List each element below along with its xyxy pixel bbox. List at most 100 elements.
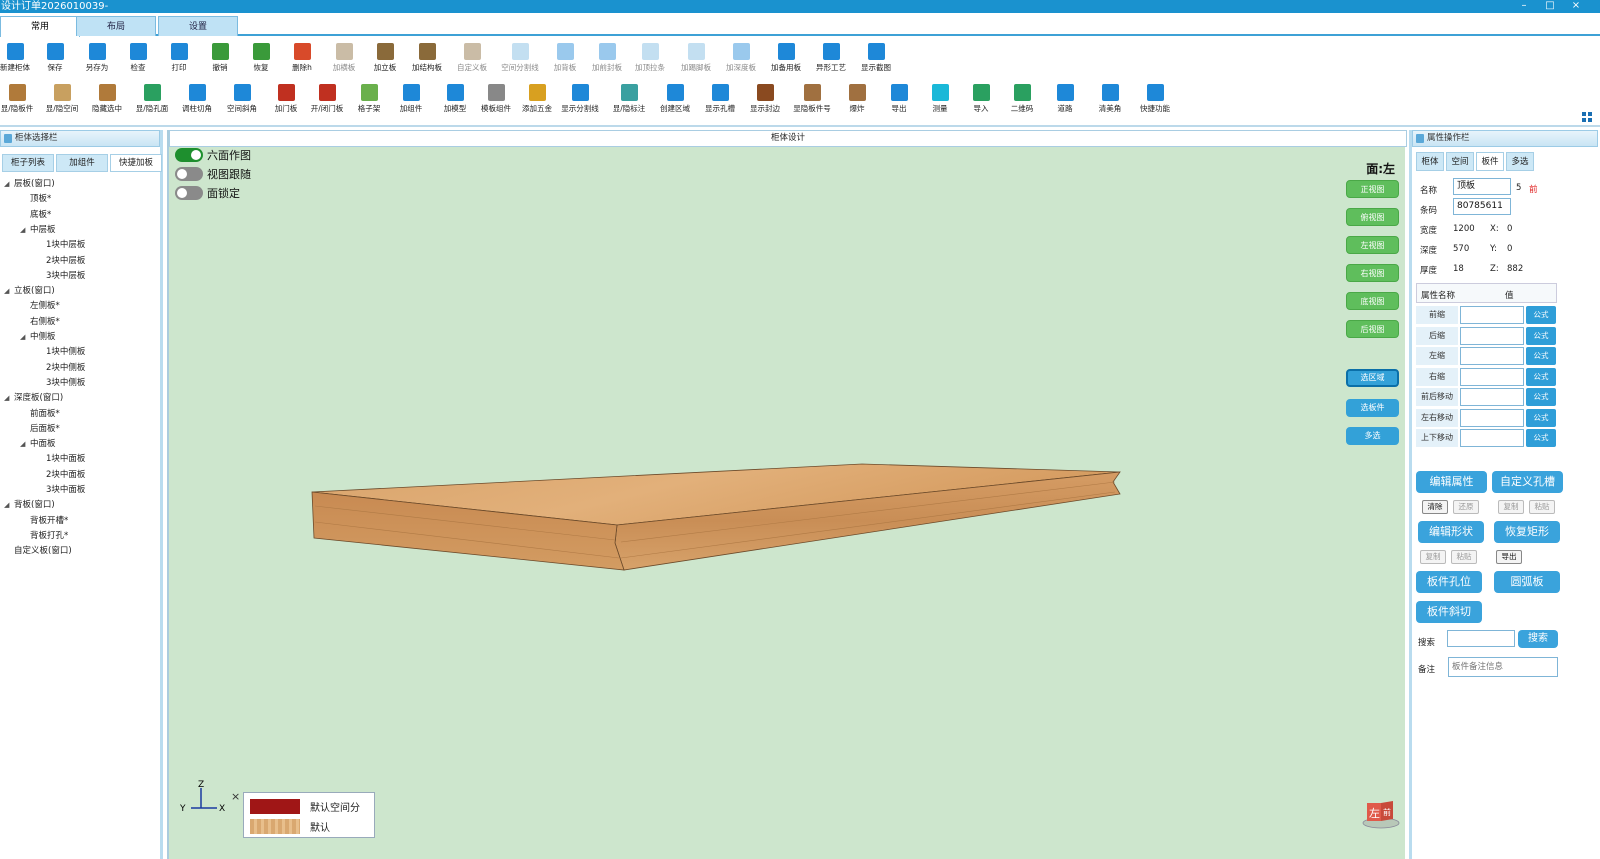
add-depth-board-button[interactable]: 加深度板	[719, 43, 763, 73]
save-as-button[interactable]: 另存为	[75, 43, 119, 73]
formula-button[interactable]: 公式	[1526, 408, 1556, 427]
toggle-space-button[interactable]: 显/隐空间	[40, 84, 84, 114]
grid-menu-icon[interactable]	[1582, 112, 1592, 122]
space-divider-button[interactable]: 空间分割线	[498, 43, 542, 73]
tree-node[interactable]: 2块中侧板	[36, 361, 85, 373]
property-value-input[interactable]	[1460, 388, 1524, 406]
tab-cabinet[interactable]: 柜体	[1416, 152, 1444, 171]
note-input[interactable]	[1448, 657, 1558, 677]
quick-function-button[interactable]: 快捷功能	[1133, 84, 1177, 114]
template-component-button[interactable]: 模板组件	[474, 84, 518, 114]
tree-node[interactable]: 后面板*	[20, 422, 60, 434]
tree-node[interactable]: ◢ 背板(窗口)	[4, 498, 55, 510]
property-value-input[interactable]	[1460, 408, 1524, 427]
tab-multi[interactable]: 多选	[1506, 152, 1534, 171]
add-spare-board-button[interactable]: 加备用板	[764, 43, 808, 73]
tab-space[interactable]: 空间	[1446, 152, 1474, 171]
property-value-input[interactable]	[1460, 306, 1524, 324]
toggle-panel-number-button[interactable]: 显隐板件号	[790, 84, 834, 114]
tree-node[interactable]: 顶板*	[20, 192, 51, 204]
tree-expander-icon[interactable]: ◢	[20, 333, 30, 341]
paste-button[interactable]: 粘贴	[1529, 500, 1555, 514]
qr-code-button[interactable]: 二维码	[1000, 84, 1044, 114]
tab-cabinet-list[interactable]: 柜子列表	[2, 154, 54, 172]
tree-node[interactable]: 背板开槽*	[20, 514, 68, 526]
legend-close-icon[interactable]: ×	[231, 790, 240, 803]
add-back-board-button[interactable]: 加背板	[543, 43, 587, 73]
tree-node[interactable]: 3块中面板	[36, 483, 85, 495]
toggle-dimension-button[interactable]: 显/隐标注	[607, 84, 651, 114]
tree-node[interactable]: ◢ 中层板	[20, 223, 56, 235]
add-component-button[interactable]: 加组件	[389, 84, 433, 114]
tree-expander-icon[interactable]: ◢	[4, 394, 14, 402]
edit-shape-button[interactable]: 编辑形状	[1418, 521, 1484, 543]
tree-node[interactable]: 前面板*	[20, 407, 60, 419]
tree-node[interactable]: ◢ 中侧板	[20, 330, 56, 342]
shape-export-button[interactable]: 导出	[1496, 550, 1522, 564]
property-value-input[interactable]	[1460, 347, 1524, 365]
design-viewport[interactable]: 柜体设计 六面作图 视图跟随 面锁定 面:左 正视图 俯视图 左视图 右视图 底…	[167, 130, 1407, 859]
formula-button[interactable]: 公式	[1526, 306, 1556, 324]
tab-panel[interactable]: 板件	[1476, 152, 1504, 171]
measure-button[interactable]: 测量	[918, 84, 962, 114]
show-slots-button[interactable]: 显示孔槽	[698, 84, 742, 114]
add-skirting-button[interactable]: 加踢脚板	[674, 43, 718, 73]
tree-node[interactable]: 3块中层板	[36, 269, 85, 281]
minimize-icon[interactable]: –	[1518, 0, 1530, 13]
clear-corner-button[interactable]: 清美角	[1088, 84, 1132, 114]
hide-selected-button[interactable]: 隐藏选中	[85, 84, 129, 114]
toggle-panels-button[interactable]: 显/隐板件	[0, 84, 39, 114]
tree-expander-icon[interactable]: ◢	[4, 180, 14, 188]
arc-panel-button[interactable]: 圆弧板	[1494, 571, 1560, 593]
tab-settings[interactable]: 设置	[158, 16, 238, 36]
show-divider-button[interactable]: 显示分割线	[558, 84, 602, 114]
add-vertical-board-button[interactable]: 加立板	[363, 43, 407, 73]
delete-button[interactable]: 删除h	[280, 43, 324, 73]
restore-button[interactable]: 还原	[1453, 500, 1479, 514]
tree-node[interactable]: 1块中面板	[36, 452, 85, 464]
search-input[interactable]	[1447, 630, 1515, 647]
formula-button[interactable]: 公式	[1526, 429, 1556, 447]
search-button[interactable]: 搜索	[1518, 630, 1558, 648]
show-edge-button[interactable]: 显示封边	[743, 84, 787, 114]
tree-node[interactable]: 自定义板(窗口)	[4, 544, 72, 556]
shape-copy-button[interactable]: 复制	[1420, 550, 1446, 564]
tree-node[interactable]: 右侧板*	[20, 315, 60, 327]
close-icon[interactable]: ×	[1570, 0, 1582, 13]
column-cut-button[interactable]: 调柱切角	[175, 84, 219, 114]
tree-expander-icon[interactable]: ◢	[4, 501, 14, 509]
shape-paste-button[interactable]: 粘贴	[1451, 550, 1477, 564]
special-shape-button[interactable]: 异形工艺	[809, 43, 853, 73]
add-door-button[interactable]: 加门板	[264, 84, 308, 114]
property-value-input[interactable]	[1460, 326, 1524, 345]
formula-button[interactable]: 公式	[1526, 388, 1556, 406]
redo-button[interactable]: 恢复	[239, 43, 283, 73]
tree-node[interactable]: 底板*	[20, 208, 51, 220]
screenshot-button[interactable]: 显示截图	[854, 43, 898, 73]
tree-node[interactable]: ◢ 中面板	[20, 437, 56, 449]
create-region-button[interactable]: 创建区域	[653, 84, 697, 114]
add-horizontal-board-button[interactable]: 加横板	[322, 43, 366, 73]
print-button[interactable]: 打印	[157, 43, 201, 73]
space-bevel-button[interactable]: 空间斜角	[220, 84, 264, 114]
tree-expander-icon[interactable]: ◢	[4, 287, 14, 295]
undo-button[interactable]: 撤销	[198, 43, 242, 73]
import-button[interactable]: 导入	[959, 84, 1003, 114]
barcode-field[interactable]: 80785611	[1453, 198, 1511, 215]
add-model-button[interactable]: 加模型	[433, 84, 477, 114]
tree-node[interactable]: 左侧板*	[20, 299, 60, 311]
edit-properties-button[interactable]: 编辑属性	[1416, 471, 1487, 493]
tree-expander-icon[interactable]: ◢	[20, 226, 30, 234]
formula-button[interactable]: 公式	[1526, 326, 1556, 345]
add-front-seal-button[interactable]: 加前封板	[585, 43, 629, 73]
formula-button[interactable]: 公式	[1526, 347, 1556, 365]
tab-quick-add-board[interactable]: 快捷加板	[110, 154, 162, 172]
maximize-icon[interactable]: □	[1544, 0, 1556, 13]
open-close-door-button[interactable]: 开/闭门板	[305, 84, 349, 114]
tree-node[interactable]: 2块中面板	[36, 468, 85, 480]
restore-rect-button[interactable]: 恢复矩形	[1494, 521, 1560, 543]
tree-node[interactable]: ◢ 深度板(窗口)	[4, 391, 63, 403]
tree-node[interactable]: ◢ 立板(窗口)	[4, 284, 55, 296]
add-top-strip-button[interactable]: 加顶拉条	[628, 43, 672, 73]
grid-rack-button[interactable]: 格子架	[347, 84, 391, 114]
